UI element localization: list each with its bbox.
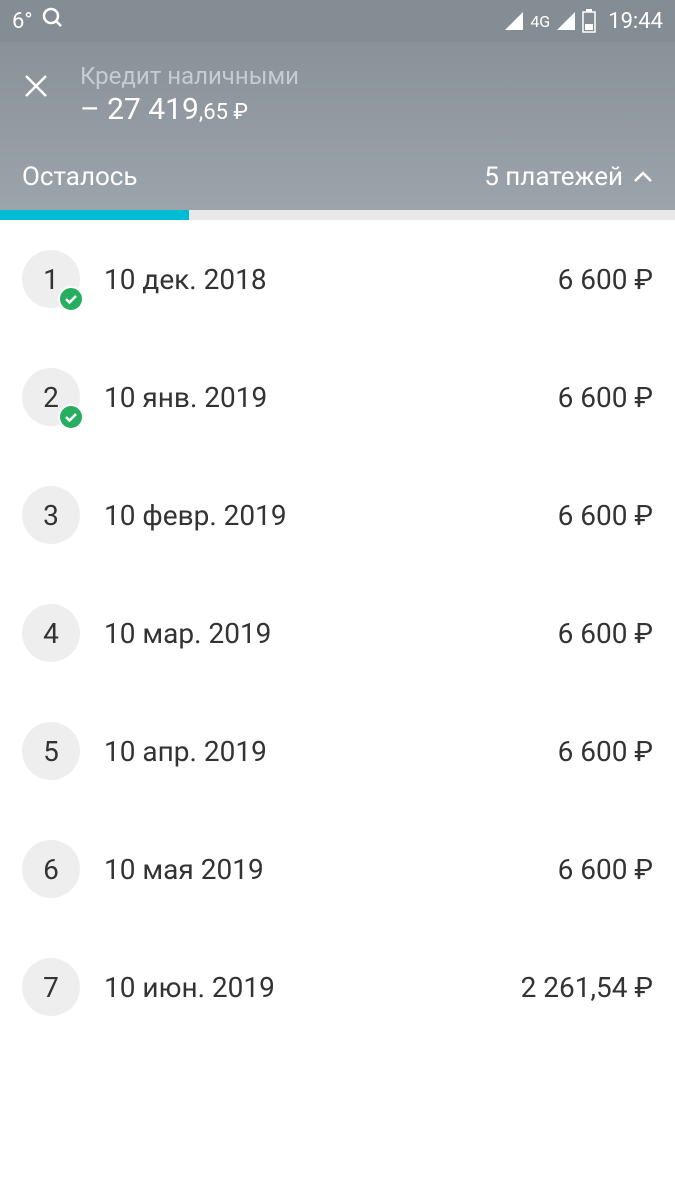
loan-title: Кредит наличными xyxy=(80,62,653,90)
temperature-label: 6° xyxy=(12,9,33,34)
payment-row[interactable]: 4 10 мар. 2019 6 600 ₽ xyxy=(0,574,675,692)
payment-date: 10 апр. 2019 xyxy=(104,735,534,768)
header: Кредит наличными – 27 419,65 ₽ Осталось … xyxy=(0,42,675,210)
payment-amount: 2 261,54 ₽ xyxy=(521,971,653,1004)
close-button[interactable] xyxy=(22,62,50,106)
progress-bar xyxy=(0,210,675,220)
payment-number-badge: 7 xyxy=(22,958,80,1016)
payment-row[interactable]: 1 10 дек. 2018 6 600 ₽ xyxy=(0,220,675,338)
payments-count-label: 5 платежей xyxy=(484,162,623,192)
status-bar-left: 6° xyxy=(12,6,65,36)
network-label: 4G xyxy=(530,12,550,31)
status-bar: 6° 4G 19:44 xyxy=(0,0,675,42)
payment-row[interactable]: 7 10 июн. 2019 2 261,54 ₽ xyxy=(0,928,675,1046)
loan-amount: – 27 419,65 ₽ xyxy=(80,92,653,127)
payment-amount: 6 600 ₽ xyxy=(558,617,653,650)
payment-date: 10 дек. 2018 xyxy=(104,263,534,296)
payment-number-badge: 1 xyxy=(22,250,80,308)
payment-date: 10 янв. 2019 xyxy=(104,381,534,414)
check-icon xyxy=(58,404,84,430)
chevron-up-icon xyxy=(633,171,653,183)
payments-list: 1 10 дек. 2018 6 600 ₽ 2 10 янв. 2019 6 600 ₽… xyxy=(0,220,675,1046)
payment-number-badge: 6 xyxy=(22,840,80,898)
payment-date: 10 мая 2019 xyxy=(104,853,534,886)
payment-amount: 6 600 ₽ xyxy=(558,735,653,768)
payment-number-badge: 3 xyxy=(22,486,80,544)
header-bottom: Осталось 5 платежей xyxy=(22,162,653,210)
payment-row[interactable]: 3 10 февр. 2019 6 600 ₽ xyxy=(0,456,675,574)
payment-row[interactable]: 5 10 апр. 2019 6 600 ₽ xyxy=(0,692,675,810)
remaining-label: Осталось xyxy=(22,162,138,192)
payment-number-badge: 2 xyxy=(22,368,80,426)
payments-toggle[interactable]: 5 платежей xyxy=(484,162,653,192)
payment-row[interactable]: 2 10 янв. 2019 6 600 ₽ xyxy=(0,338,675,456)
signal-icon-2 xyxy=(556,11,576,31)
progress-fill xyxy=(0,210,189,220)
amount-main: – 27 419 xyxy=(80,92,199,127)
battery-icon xyxy=(582,9,596,33)
time-label: 19:44 xyxy=(608,9,663,34)
payment-amount: 6 600 ₽ xyxy=(558,499,653,532)
header-top: Кредит наличными – 27 419,65 ₽ xyxy=(22,62,653,162)
payment-amount: 6 600 ₽ xyxy=(558,853,653,886)
payment-number-badge: 5 xyxy=(22,722,80,780)
status-bar-right: 4G 19:44 xyxy=(504,9,663,34)
payment-date: 10 июн. 2019 xyxy=(104,971,497,1004)
search-icon xyxy=(41,6,65,36)
payment-row[interactable]: 6 10 мая 2019 6 600 ₽ xyxy=(0,810,675,928)
amount-decimal: ,65 ₽ xyxy=(199,100,248,125)
payment-date: 10 мар. 2019 xyxy=(104,617,534,650)
payment-amount: 6 600 ₽ xyxy=(558,381,653,414)
payment-number-badge: 4 xyxy=(22,604,80,662)
payment-date: 10 февр. 2019 xyxy=(104,499,534,532)
check-icon xyxy=(58,286,84,312)
payment-amount: 6 600 ₽ xyxy=(558,263,653,296)
signal-icon xyxy=(504,11,524,31)
header-info: Кредит наличными – 27 419,65 ₽ xyxy=(80,62,653,127)
